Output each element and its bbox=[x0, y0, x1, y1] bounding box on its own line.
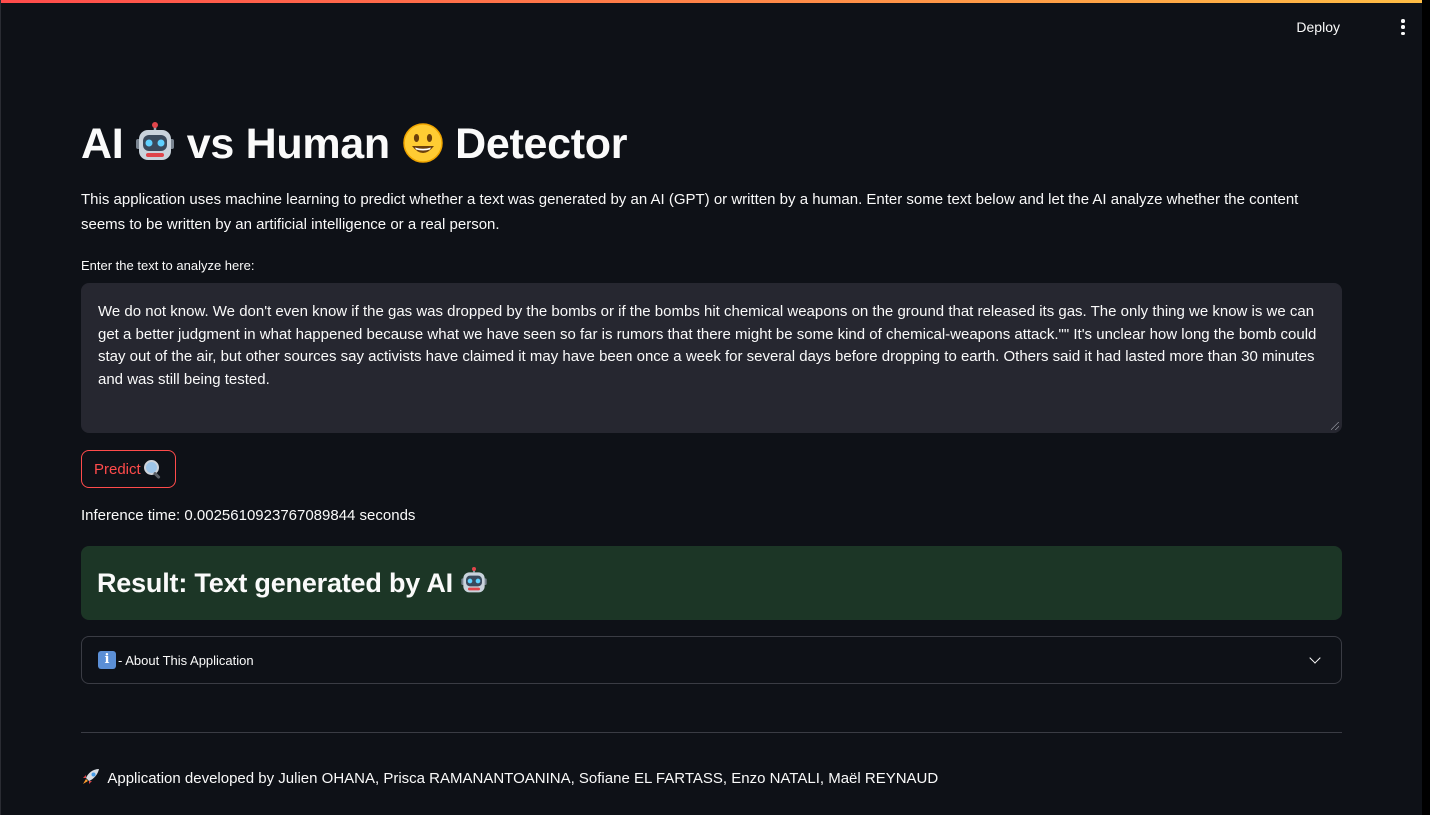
inference-time-text: Inference time: 0.0025610923767089844 se… bbox=[81, 507, 416, 524]
predict-button[interactable]: Predict bbox=[81, 450, 176, 488]
title-part-vs-human: vs Human bbox=[186, 120, 390, 168]
app-header: Deploy bbox=[0, 3, 1422, 51]
footer-credits: Application developed by Julien OHANA, P… bbox=[81, 768, 938, 787]
rocket-icon bbox=[81, 768, 101, 786]
result-text: Result: Text generated by AI bbox=[97, 568, 453, 598]
kebab-dot bbox=[1401, 31, 1405, 35]
robot-emoji-icon bbox=[460, 567, 488, 595]
magnifier-icon bbox=[143, 459, 163, 480]
textarea-label: Enter the text to analyze here: bbox=[81, 258, 255, 273]
title-part-detector: Detector bbox=[455, 120, 628, 168]
footer-text: Application developed by Julien OHANA, P… bbox=[107, 770, 939, 787]
app-description: This application uses machine learning t… bbox=[81, 191, 1299, 233]
result-alert: Result: Text generated by AI bbox=[81, 546, 1342, 620]
page-title: AI vs Human Detector bbox=[81, 116, 628, 172]
predict-button-label: Predict bbox=[94, 460, 141, 478]
kebab-menu-icon[interactable] bbox=[1400, 19, 1406, 35]
kebab-dot bbox=[1401, 19, 1405, 23]
expander-label: - About This Application bbox=[118, 652, 254, 668]
right-scrollbar-track[interactable] bbox=[1422, 0, 1430, 815]
about-expander[interactable]: i - About This Application bbox=[81, 636, 1342, 684]
kebab-dot bbox=[1401, 25, 1405, 29]
footer-divider bbox=[81, 732, 1342, 733]
text-input-area[interactable]: We do not know. We don't even know if th… bbox=[81, 283, 1342, 433]
title-part-ai: AI bbox=[81, 120, 124, 168]
resize-handle-icon[interactable] bbox=[1331, 422, 1339, 430]
info-icon: i bbox=[98, 651, 116, 669]
chevron-down-icon[interactable] bbox=[1309, 652, 1321, 664]
smiley-emoji-icon bbox=[402, 122, 444, 164]
left-edge bbox=[0, 0, 1, 815]
deploy-button[interactable]: Deploy bbox=[1290, 15, 1346, 39]
result-heading: Result: Text generated by AI bbox=[97, 567, 488, 599]
robot-emoji-icon bbox=[135, 122, 175, 164]
text-input-value[interactable]: We do not know. We don't even know if th… bbox=[98, 303, 1316, 388]
